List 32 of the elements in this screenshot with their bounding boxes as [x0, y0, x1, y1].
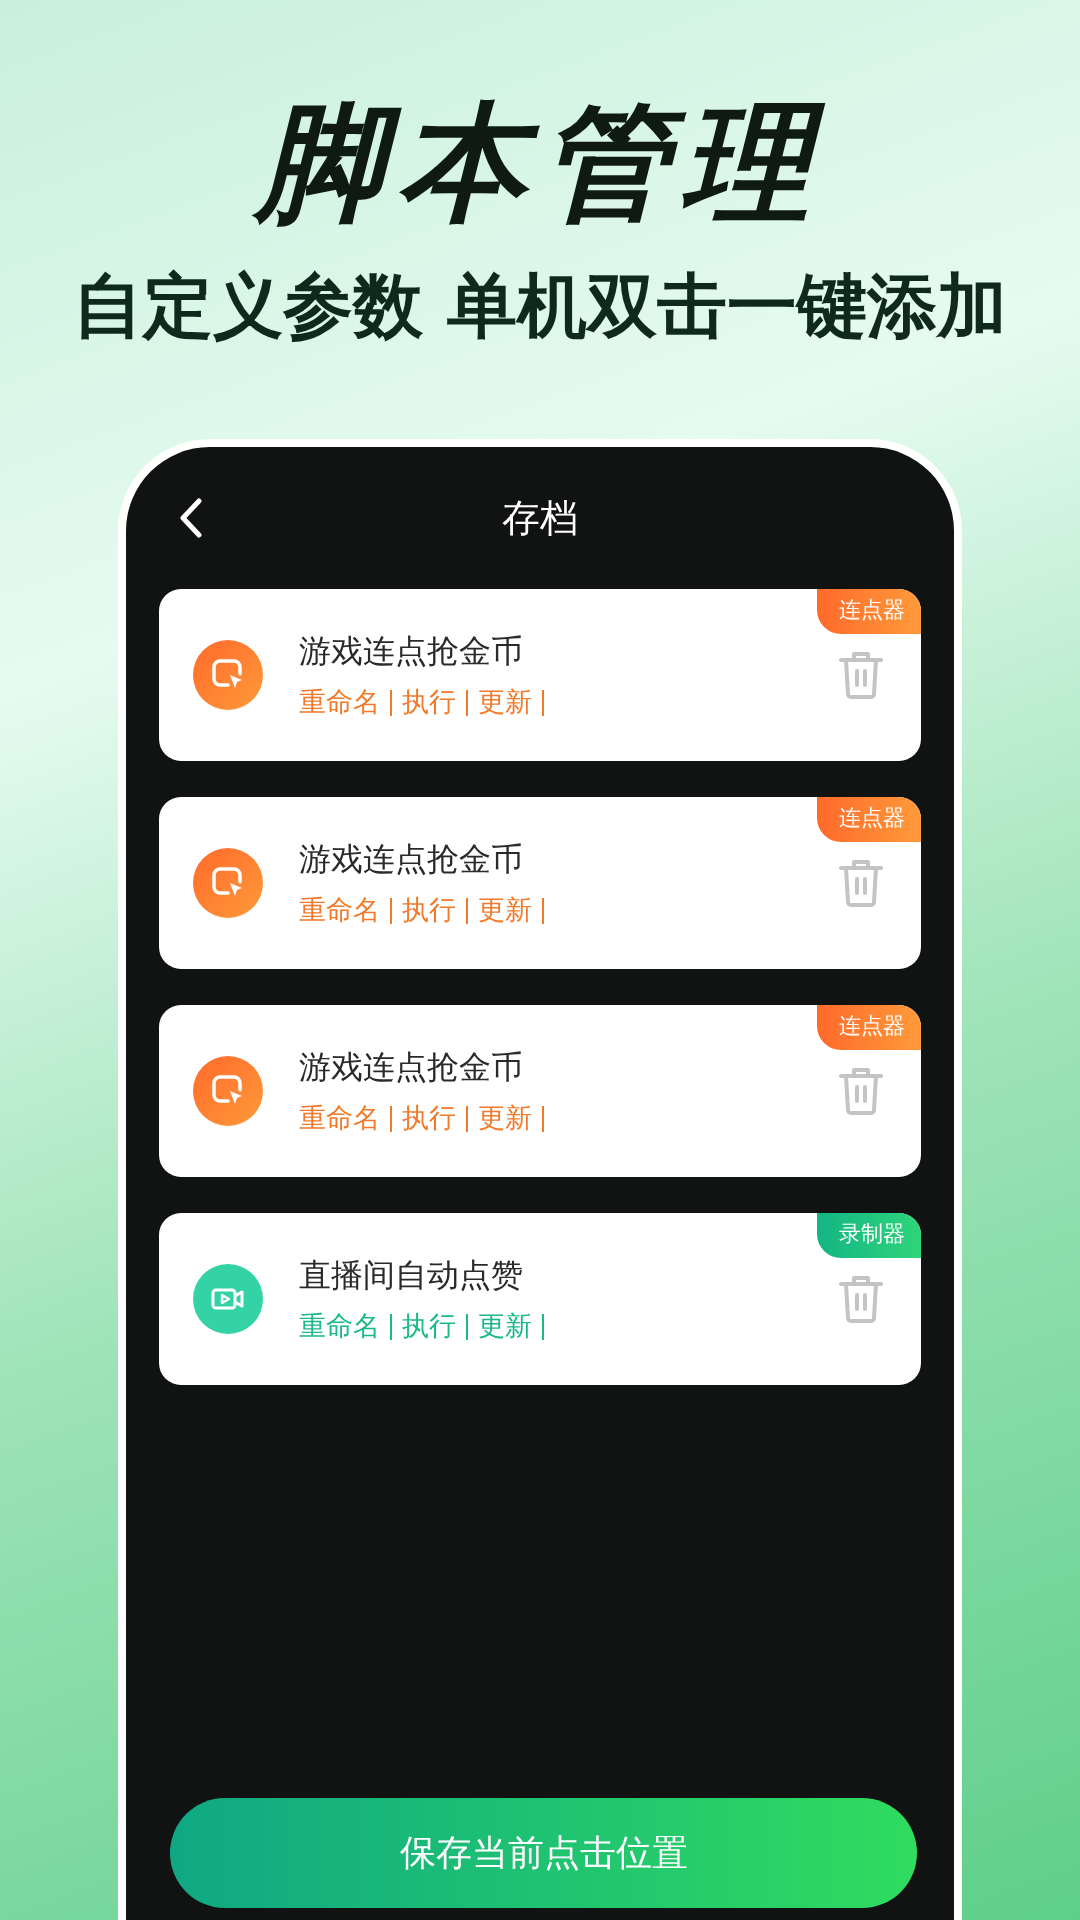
- trash-icon[interactable]: [839, 1067, 883, 1116]
- action-link[interactable]: 重命名: [299, 894, 380, 927]
- script-card[interactable]: 游戏连点抢金币 重命名 执行 更新 连点器: [159, 797, 921, 970]
- script-name: 游戏连点抢金币: [299, 840, 524, 879]
- subtitle: 自定义参数 单机双击一键添加: [72, 268, 1008, 346]
- script-card[interactable]: 游戏连点抢金币 重命名 执行 更新 连点器: [159, 589, 921, 762]
- screen-title: 存档: [502, 494, 578, 542]
- script-name: 直播间自动点赞: [299, 1256, 524, 1295]
- script-card[interactable]: 直播间自动点赞 重命名 执行 更新 录制器: [159, 1213, 921, 1386]
- script-tag: 连点器: [817, 1005, 921, 1051]
- action-link[interactable]: 更新: [478, 894, 532, 927]
- action-link[interactable]: 更新: [478, 1310, 532, 1343]
- script-tag: 连点器: [817, 589, 921, 635]
- script-name: 游戏连点抢金币: [299, 1048, 524, 1087]
- script-tag: 连点器: [817, 797, 921, 843]
- action-link[interactable]: 执行: [402, 1310, 456, 1343]
- action-link[interactable]: 重命名: [299, 686, 380, 719]
- trash-icon[interactable]: [839, 651, 883, 700]
- script-card[interactable]: 游戏连点抢金币 重命名 执行 更新 连点器: [159, 1005, 921, 1178]
- trash-icon[interactable]: [839, 1275, 883, 1324]
- action-link[interactable]: 执行: [402, 894, 456, 927]
- action-link[interactable]: 重命名: [299, 1102, 380, 1135]
- action-link[interactable]: 更新: [478, 1102, 532, 1135]
- action-link[interactable]: 更新: [478, 686, 532, 719]
- trash-icon[interactable]: [839, 859, 883, 908]
- action-link[interactable]: 执行: [402, 1102, 456, 1135]
- save-position-button[interactable]: 保存当前点击位置: [170, 1798, 917, 1908]
- script-tag: 录制器: [817, 1213, 921, 1259]
- action-link[interactable]: 重命名: [299, 1310, 380, 1343]
- back-icon[interactable]: [178, 497, 204, 540]
- action-link[interactable]: 执行: [402, 686, 456, 719]
- script-name: 游戏连点抢金币: [299, 632, 524, 671]
